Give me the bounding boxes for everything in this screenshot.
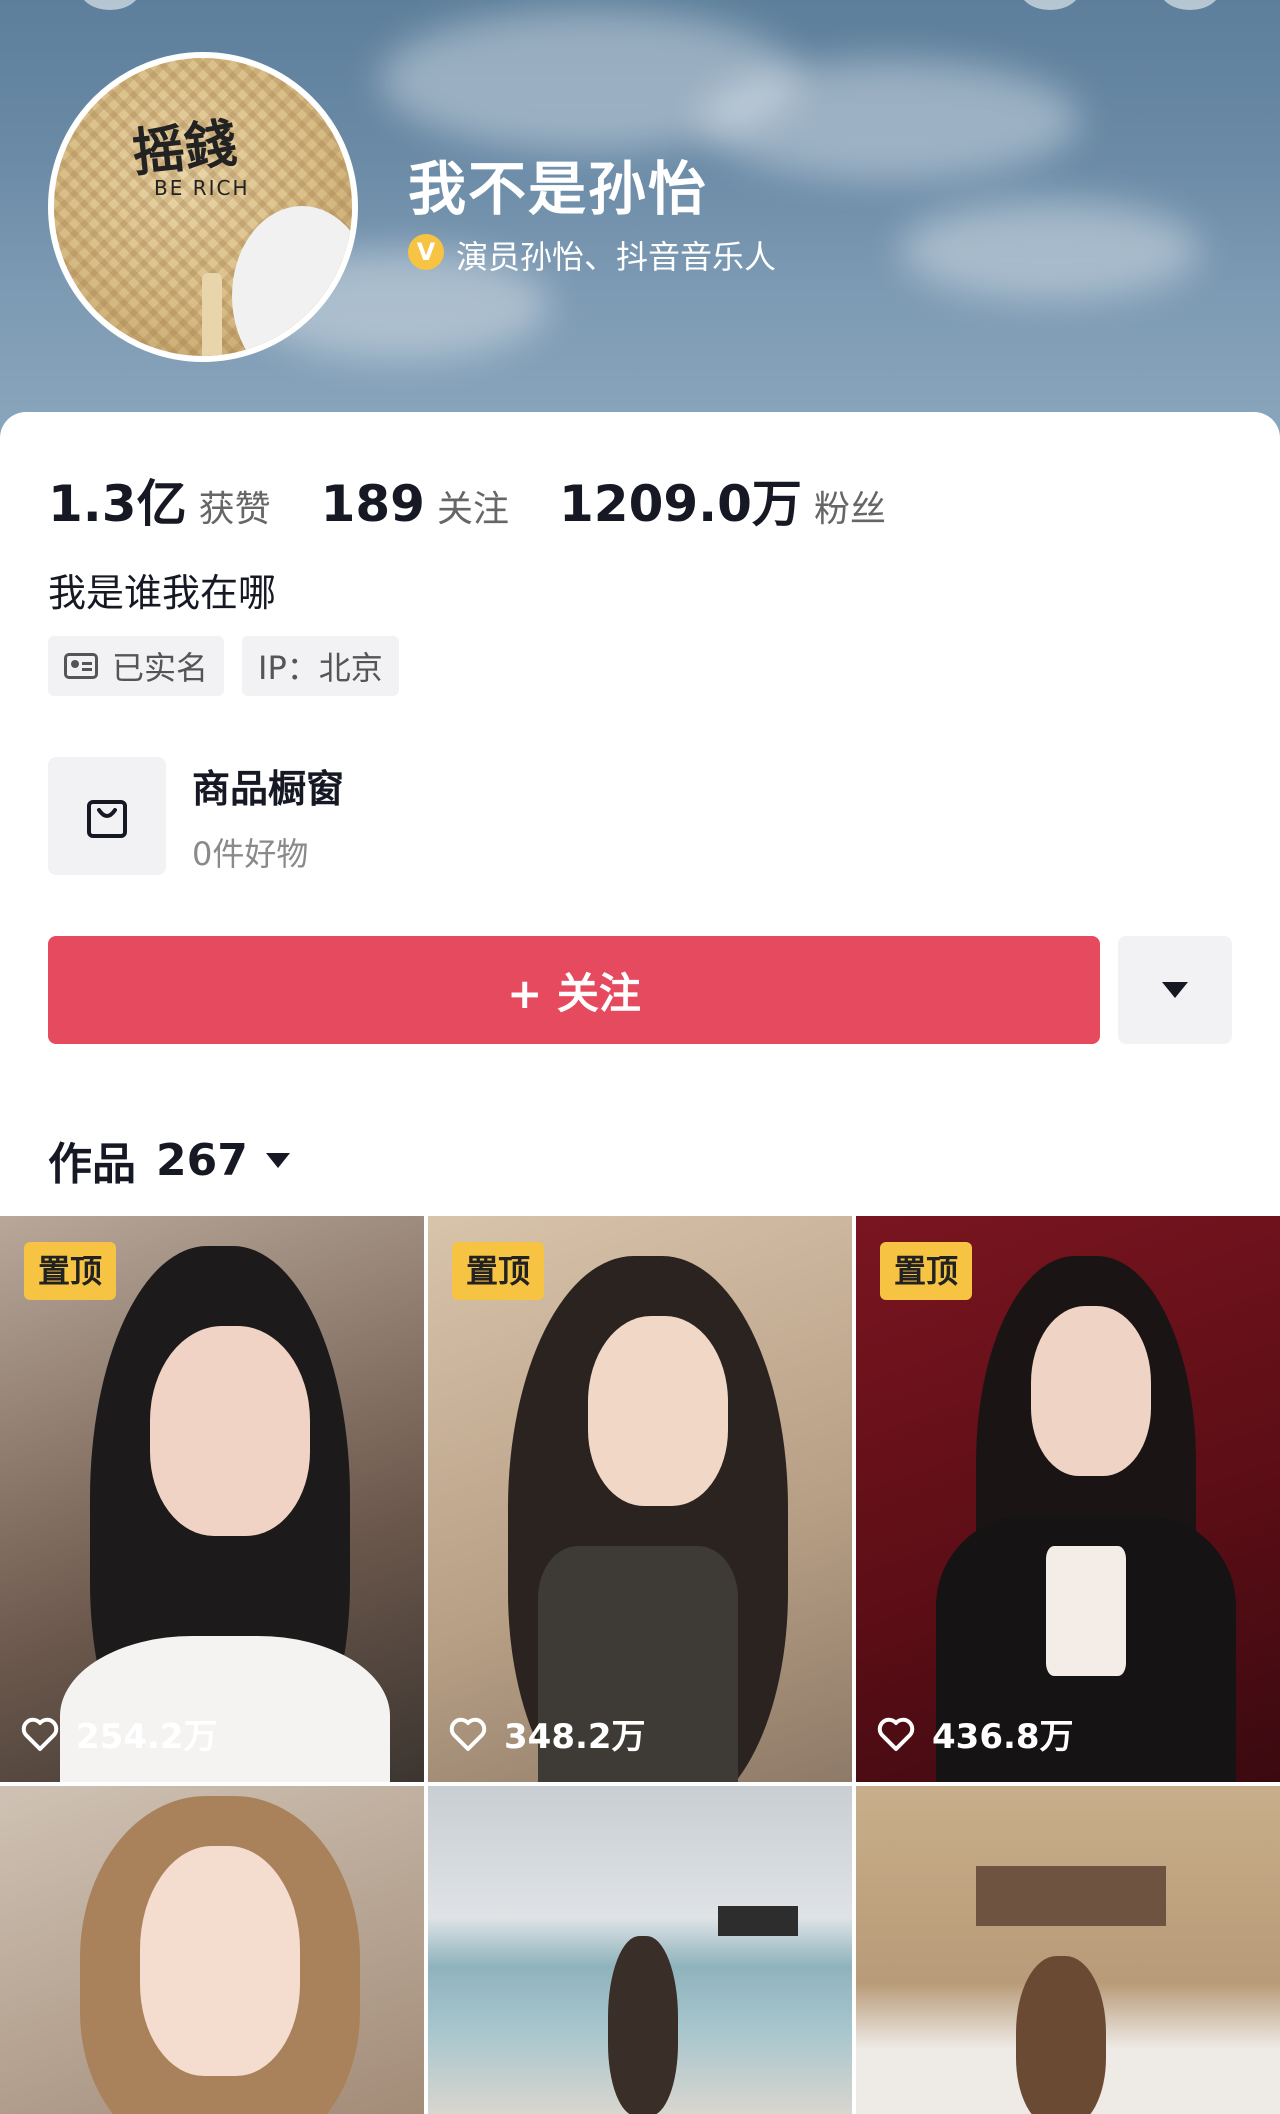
- shopping-bag-icon: [48, 757, 166, 875]
- chevron-down-icon: [265, 1152, 290, 1168]
- realname-label: 已实名: [112, 649, 209, 687]
- video-likes: 348.2万: [448, 1709, 646, 1758]
- following-label[interactable]: 关注: [437, 480, 509, 532]
- thumbnail-face: [588, 1316, 728, 1506]
- ip-label: IP：北京: [258, 649, 383, 687]
- heart-icon: [449, 1717, 487, 1751]
- thumbnail-face: [140, 1846, 300, 2076]
- video-likes: 436.8万: [876, 1709, 1074, 1758]
- dropdown-arrow-icon: [1162, 982, 1188, 998]
- video-likes: 254.2万: [20, 1709, 218, 1758]
- thumbnail-bow: [1046, 1546, 1126, 1676]
- shop-subtitle: 0件好物: [192, 834, 309, 873]
- bio-text: 我是谁我在哪: [48, 571, 277, 615]
- pinned-badge: 置顶: [880, 1242, 973, 1300]
- works-tab[interactable]: 作品 267: [48, 1128, 290, 1192]
- pinned-badge: 置顶: [24, 1242, 117, 1300]
- video-thumbnail[interactable]: [856, 1786, 1280, 2114]
- search-button[interactable]: [1020, 0, 1080, 10]
- follow-button[interactable]: + 关注: [48, 936, 1100, 1044]
- shop-window[interactable]: 商品橱窗 0件好物: [48, 757, 344, 875]
- thumbnail-pier: [718, 1906, 798, 1936]
- followers-count[interactable]: 1209.0万: [559, 464, 802, 536]
- profile-tags: 已实名 IP：北京: [48, 636, 399, 696]
- back-button[interactable]: [80, 0, 140, 10]
- shop-title: 商品橱窗: [192, 766, 345, 811]
- verification-text: 演员孙怡、抖音音乐人: [456, 238, 777, 276]
- stats-row: 1.3亿 获赞 189 关注 1209.0万 粉丝: [48, 464, 936, 536]
- followers-label[interactable]: 粉丝: [814, 480, 886, 532]
- thumbnail-figure: [608, 1936, 678, 2114]
- likes-count-label: 348.2万: [504, 1717, 646, 1757]
- likes-count-label: 254.2万: [76, 1717, 218, 1757]
- video-thumbnail[interactable]: 置顶 348.2万: [428, 1216, 852, 1782]
- more-menu-button[interactable]: [1160, 0, 1220, 10]
- likes-label: 获赞: [198, 489, 271, 530]
- profile-name: 我不是孙怡: [408, 155, 709, 223]
- realname-tag: 已实名: [48, 636, 225, 696]
- avatar[interactable]: 摇錢 BE RICH: [48, 52, 358, 362]
- works-label: 作品: [48, 1139, 136, 1190]
- heart-icon: [21, 1717, 59, 1751]
- id-card-icon: [64, 653, 98, 679]
- cloud: [900, 200, 1200, 300]
- likes-count-label: 436.8万: [932, 1717, 1074, 1757]
- thumbnail-face: [150, 1326, 310, 1536]
- video-thumbnail[interactable]: [428, 1786, 852, 2114]
- more-options-button[interactable]: [1118, 936, 1232, 1044]
- profile-card: 1.3亿 获赞 189 关注 1209.0万 粉丝 我是谁我在哪 已实名 IP：…: [0, 412, 1280, 1212]
- profile-banner: 摇錢 BE RICH 我不是孙怡 V 演员孙怡、抖音音乐人: [0, 0, 1280, 440]
- thumbnail-figure: [1016, 1956, 1106, 2114]
- likes-count: 1.3亿: [48, 475, 187, 533]
- following-count[interactable]: 189: [321, 475, 425, 533]
- thumbnail-headboard: [976, 1866, 1166, 1926]
- video-grid: 置顶 254.2万 置顶 348.2万 置顶 436.8万: [0, 1216, 1280, 2114]
- verified-icon: V: [408, 234, 444, 270]
- avatar-fan-subtext: BE RICH: [154, 176, 250, 200]
- cloud: [700, 60, 1080, 180]
- ip-tag: IP：北京: [242, 636, 399, 696]
- thumbnail-face: [1031, 1306, 1151, 1476]
- video-thumbnail[interactable]: [0, 1786, 424, 2114]
- works-count: 267: [156, 1134, 248, 1186]
- heart-icon: [877, 1717, 915, 1751]
- video-thumbnail[interactable]: 置顶 254.2万: [0, 1216, 424, 1782]
- video-thumbnail[interactable]: 置顶 436.8万: [856, 1216, 1280, 1782]
- pinned-badge: 置顶: [452, 1242, 545, 1300]
- avatar-fan-text: 摇錢: [129, 112, 240, 185]
- fan-handle: [202, 273, 222, 356]
